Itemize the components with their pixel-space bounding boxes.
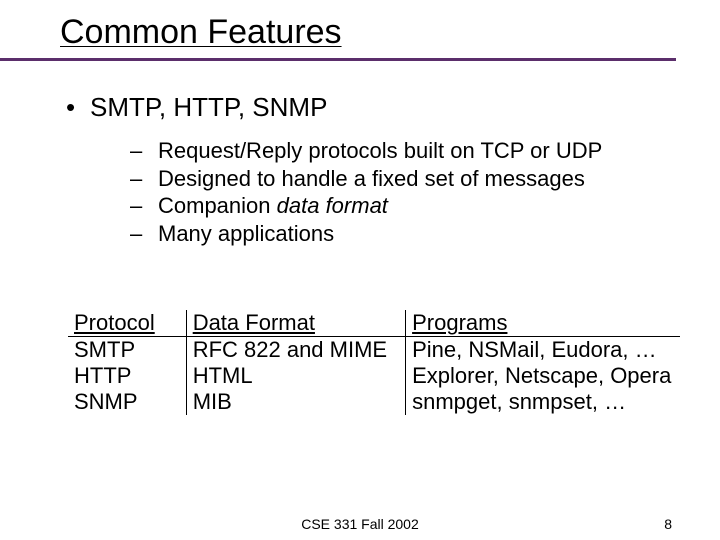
page-number: 8 (664, 516, 672, 532)
sub-text: Companion (158, 193, 277, 218)
cell-format: HTML (186, 363, 405, 389)
sub-text: Designed to handle a fixed set of messag… (158, 166, 585, 191)
footer-center: CSE 331 Fall 2002 (0, 516, 720, 532)
cell-format: MIB (186, 389, 405, 415)
sub-bullet: –Companion data format (136, 192, 680, 220)
cell-programs: Pine, NSMail, Eudora, … (406, 337, 680, 364)
sub-bullet: –Many applications (136, 220, 680, 248)
slide-title: Common Features (60, 14, 720, 51)
sub-text: Request/Reply protocols built on TCP or … (158, 138, 602, 163)
table-row: HTTP HTML Explorer, Netscape, Opera (68, 363, 680, 389)
bullet-level1: SMTP, HTTP, SNMP (90, 92, 680, 123)
table-header-row: Protocol Data Format Programs (68, 310, 680, 337)
cell-format: RFC 822 and MIME (186, 337, 405, 364)
protocol-table: Protocol Data Format Programs SMTP RFC 8… (68, 310, 680, 415)
cell-protocol: SMTP (68, 337, 186, 364)
table-row: SMTP RFC 822 and MIME Pine, NSMail, Eudo… (68, 337, 680, 364)
title-rule (0, 58, 676, 61)
sub-bullet: –Request/Reply protocols built on TCP or… (136, 137, 680, 165)
sub-bullets: –Request/Reply protocols built on TCP or… (136, 137, 680, 247)
body: SMTP, HTTP, SNMP –Request/Reply protocol… (90, 92, 680, 247)
cell-programs: Explorer, Netscape, Opera (406, 363, 680, 389)
col-header-format: Data Format (186, 310, 405, 337)
slide: Common Features SMTP, HTTP, SNMP –Reques… (0, 0, 720, 540)
sub-bullet: –Designed to handle a fixed set of messa… (136, 165, 680, 193)
title-area: Common Features (0, 0, 720, 51)
cell-protocol: HTTP (68, 363, 186, 389)
sub-text: Many applications (158, 221, 334, 246)
cell-protocol: SNMP (68, 389, 186, 415)
col-header-protocol: Protocol (68, 310, 186, 337)
table-row: SNMP MIB snmpget, snmpset, … (68, 389, 680, 415)
cell-programs: snmpget, snmpset, … (406, 389, 680, 415)
col-header-programs: Programs (406, 310, 680, 337)
table: Protocol Data Format Programs SMTP RFC 8… (68, 310, 680, 415)
sub-text-italic: data format (277, 193, 388, 218)
